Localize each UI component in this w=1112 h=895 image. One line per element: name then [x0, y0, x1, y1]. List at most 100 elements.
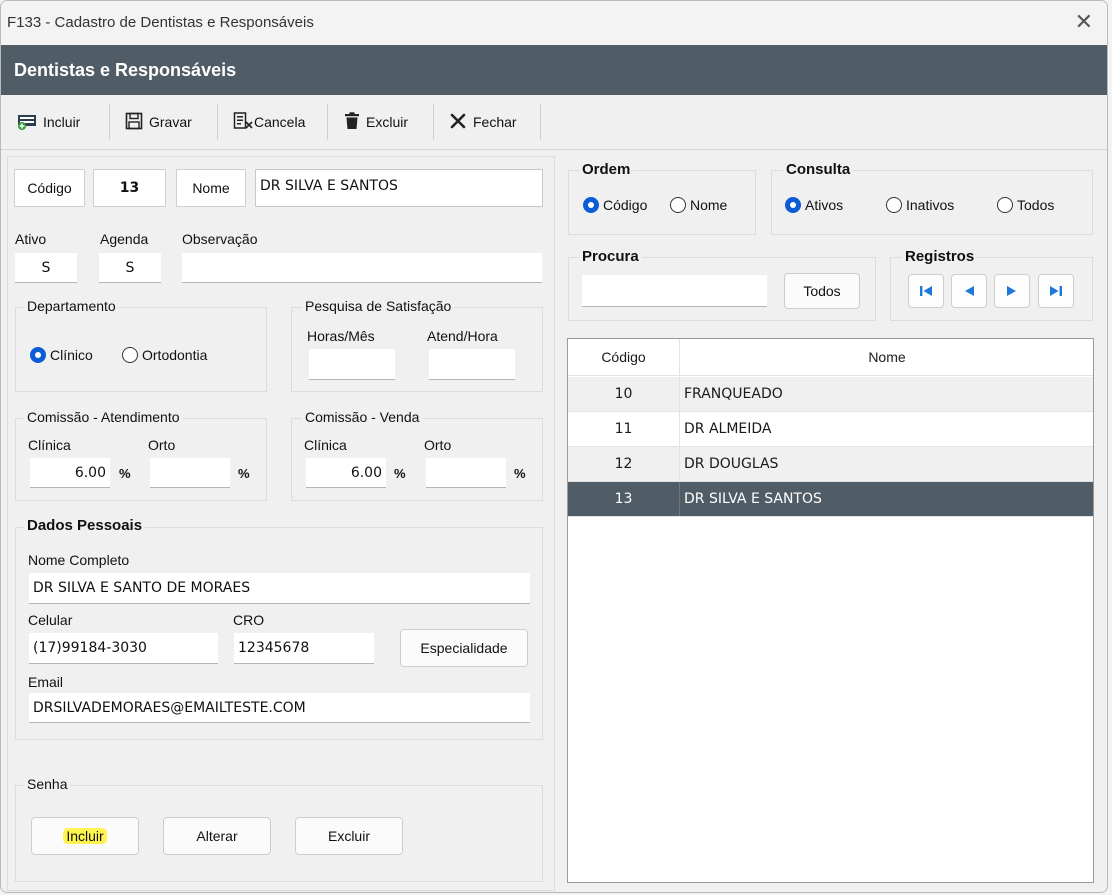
- percent-label: %: [514, 466, 526, 481]
- comissao-atend-clinica-input[interactable]: 6.00: [30, 458, 110, 488]
- previous-record-button[interactable]: [951, 274, 987, 308]
- fechar-label: Fechar: [473, 114, 517, 130]
- nome-input[interactable]: DR SILVA E SANTOS: [255, 169, 543, 207]
- radio-unselected-icon: [997, 197, 1013, 213]
- cancela-label: Cancela: [254, 114, 306, 130]
- toolbar-divider: [433, 104, 434, 140]
- next-record-button[interactable]: [994, 274, 1030, 308]
- celular-label: Celular: [28, 612, 73, 628]
- nome-completo-input[interactable]: DR SILVA E SANTO DE MORAES: [29, 573, 530, 604]
- first-record-button[interactable]: [908, 274, 944, 308]
- fechar-button[interactable]: Fechar: [449, 106, 517, 138]
- senha-legend: Senha: [24, 776, 71, 792]
- column-header-codigo[interactable]: Código: [568, 339, 680, 375]
- trash-icon: [344, 111, 360, 133]
- ativo-label: Ativo: [15, 231, 47, 247]
- title-bar: F133 - Cadastro de Dentistas e Responsáv…: [1, 1, 1107, 45]
- procura-input[interactable]: [582, 275, 767, 307]
- consulta-legend: Consulta: [783, 161, 854, 178]
- radio-consulta-ativos[interactable]: Ativos: [785, 197, 843, 213]
- radio-consulta-todos[interactable]: Todos: [997, 197, 1054, 213]
- procura-todos-button[interactable]: Todos: [784, 273, 860, 309]
- comissao-venda-orto-input[interactable]: [426, 458, 506, 488]
- cell-codigo: 12: [568, 447, 680, 481]
- radio-ordem-codigo[interactable]: Código: [583, 197, 647, 213]
- cell-codigo: 13: [568, 482, 680, 516]
- atend-hora-label: Atend/Hora: [427, 328, 498, 344]
- cro-label: CRO: [233, 612, 265, 628]
- skip-first-icon: [920, 286, 932, 296]
- celular-input[interactable]: (17)99184-3030: [29, 633, 218, 664]
- last-record-button[interactable]: [1038, 274, 1074, 308]
- pesquisa-legend: Pesquisa de Satisfação: [302, 298, 455, 314]
- cell-codigo: 11: [568, 412, 680, 446]
- form-header: Dentistas e Responsáveis: [1, 45, 1107, 95]
- radio-ordem-nome-label: Nome: [690, 197, 728, 213]
- codigo-value: 13: [93, 169, 166, 207]
- agenda-input[interactable]: S: [99, 253, 161, 283]
- orto-label: Orto: [148, 437, 176, 453]
- radio-clinico[interactable]: Clínico: [30, 347, 93, 363]
- toolbar-divider: [540, 104, 541, 140]
- arrow-right-icon: [1007, 286, 1016, 296]
- senha-excluir-button[interactable]: Excluir: [295, 817, 403, 855]
- excluir-label: Excluir: [366, 114, 409, 130]
- radio-ordem-codigo-label: Código: [603, 197, 648, 213]
- percent-label: %: [394, 466, 406, 481]
- toolbar-divider: [327, 104, 328, 140]
- departamento-legend: Departamento: [24, 298, 119, 314]
- records-table: Código Nome 10 FRANQUEADO 11 DR ALMEIDA …: [567, 338, 1094, 883]
- ativo-input[interactable]: S: [15, 253, 77, 283]
- comissao-atend-orto-input[interactable]: [150, 458, 230, 488]
- cancela-button[interactable]: Cancela: [233, 106, 305, 138]
- percent-label: %: [119, 466, 131, 481]
- clinica-label: Clínica: [304, 437, 347, 453]
- radio-unselected-icon: [122, 347, 138, 363]
- observacao-input[interactable]: [182, 253, 542, 283]
- table-header: Código Nome: [568, 339, 1093, 376]
- registros-legend: Registros: [902, 248, 978, 265]
- toolbar-divider: [109, 104, 110, 140]
- incluir-button[interactable]: Incluir: [17, 106, 80, 138]
- radio-clinico-label: Clínico: [50, 347, 93, 363]
- table-row[interactable]: 12 DR DOUGLAS: [568, 447, 1093, 482]
- save-icon: [125, 112, 143, 133]
- procura-legend: Procura: [579, 248, 642, 265]
- codigo-label: Código: [14, 169, 85, 207]
- dados-pessoais-legend: Dados Pessoais: [24, 517, 146, 534]
- email-input[interactable]: DRSILVADEMORAES@EMAILTESTE.COM: [29, 693, 530, 723]
- cell-nome: DR SILVA E SANTOS: [684, 491, 822, 507]
- cancel-document-icon: [233, 111, 253, 133]
- ordem-legend: Ordem: [579, 161, 634, 178]
- add-record-icon: [17, 112, 37, 133]
- radio-unselected-icon: [886, 197, 902, 213]
- observacao-label: Observação: [182, 231, 258, 247]
- radio-ordem-nome[interactable]: Nome: [670, 197, 727, 213]
- excluir-button[interactable]: Excluir: [344, 106, 408, 138]
- comissao-venda-clinica-input[interactable]: 6.00: [306, 458, 386, 488]
- radio-selected-icon: [785, 197, 801, 213]
- agenda-label: Agenda: [100, 231, 149, 247]
- radio-consulta-inativos[interactable]: Inativos: [886, 197, 954, 213]
- senha-alterar-button[interactable]: Alterar: [163, 817, 271, 855]
- close-icon[interactable]: ✕: [1075, 10, 1093, 35]
- radio-ortodontia[interactable]: Ortodontia: [122, 347, 207, 363]
- column-header-nome[interactable]: Nome: [681, 339, 1093, 375]
- gravar-button[interactable]: Gravar: [125, 106, 192, 138]
- radio-selected-icon: [30, 347, 46, 363]
- incluir-label: Incluir: [43, 114, 81, 130]
- comissao-atendimento-legend: Comissão - Atendimento: [24, 409, 183, 425]
- cro-input[interactable]: 12345678: [234, 633, 374, 664]
- table-row[interactable]: 10 FRANQUEADO: [568, 377, 1093, 412]
- table-row[interactable]: 11 DR ALMEIDA: [568, 412, 1093, 447]
- clinica-label: Clínica: [28, 437, 71, 453]
- atend-hora-input[interactable]: [429, 349, 515, 380]
- radio-todos-label: Todos: [1017, 197, 1055, 213]
- radio-ativos-label: Ativos: [805, 197, 844, 213]
- cell-nome: FRANQUEADO: [684, 386, 783, 402]
- especialidade-button[interactable]: Especialidade: [400, 629, 528, 667]
- window-title: F133 - Cadastro de Dentistas e Responsáv…: [7, 14, 314, 31]
- horas-mes-input[interactable]: [309, 349, 395, 380]
- table-row-selected[interactable]: 13 DR SILVA E SANTOS: [568, 482, 1093, 517]
- senha-incluir-button[interactable]: Incluir: [31, 817, 139, 855]
